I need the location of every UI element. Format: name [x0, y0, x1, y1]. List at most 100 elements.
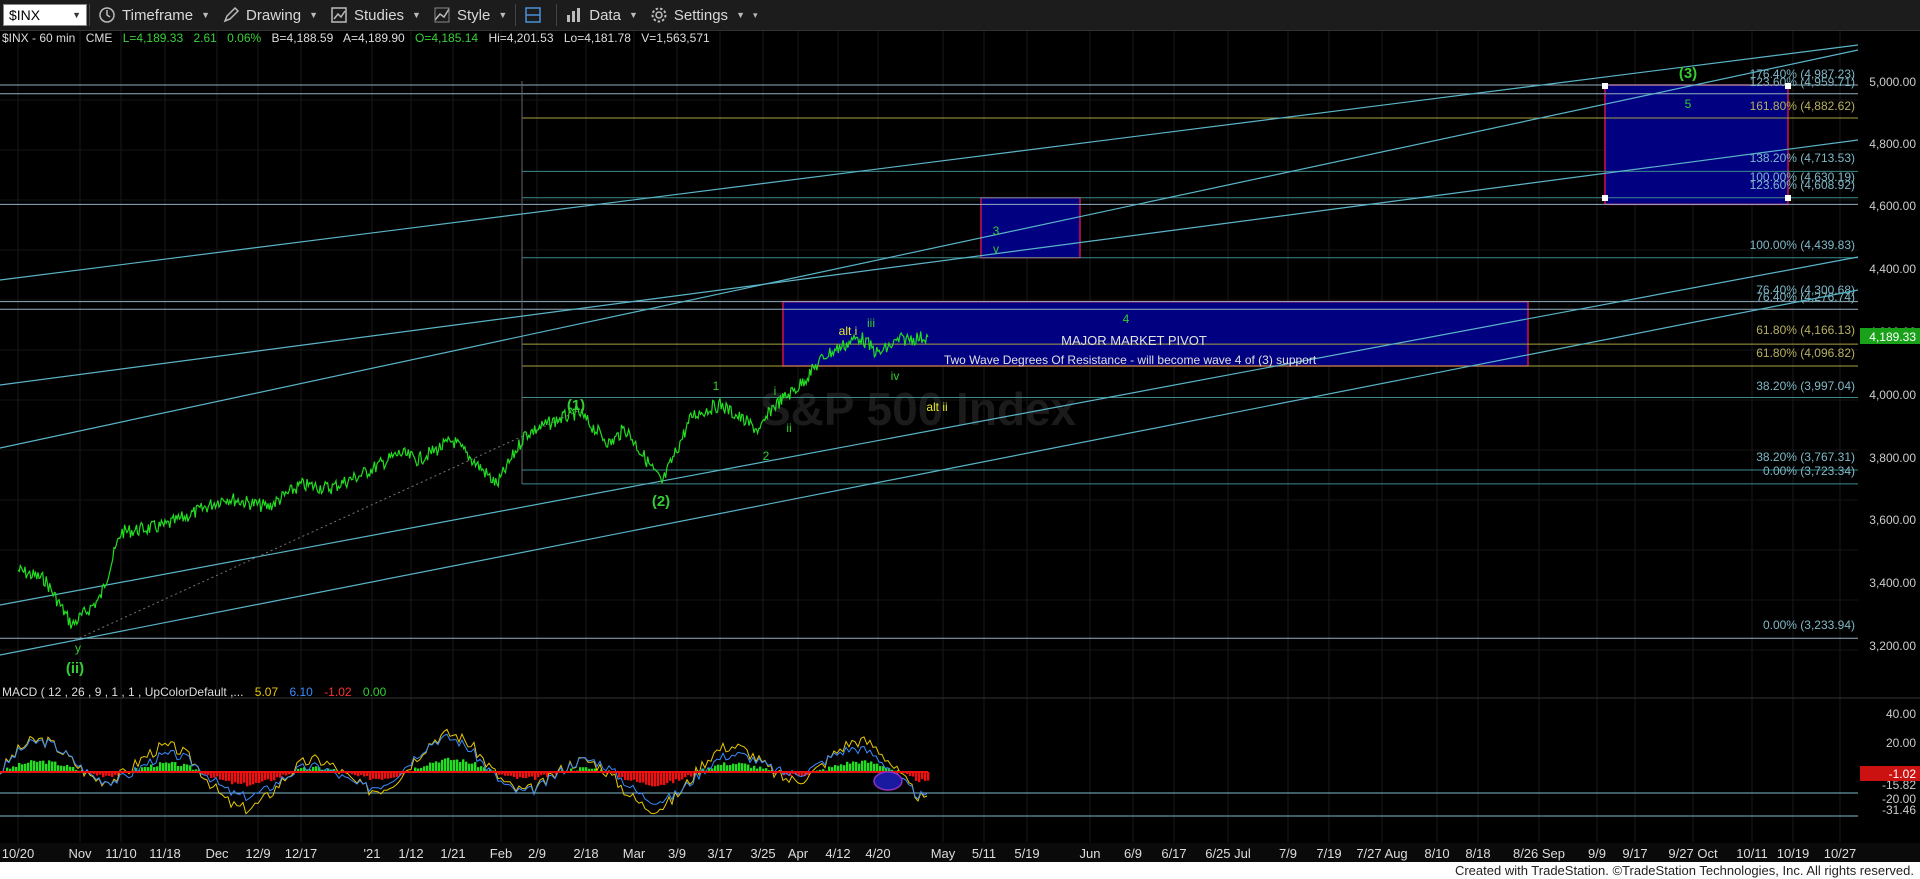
- macd-histogram-bar: [630, 772, 633, 781]
- x-tick-label: 9/27 Oct: [1668, 846, 1718, 861]
- y-tick-label: 4,400.00: [1869, 262, 1916, 276]
- chevron-down-icon: ▼: [412, 10, 421, 20]
- macd-histogram-bar: [633, 772, 636, 780]
- macd-histogram-bar: [159, 762, 162, 773]
- y-tick-label: 3,400.00: [1869, 576, 1916, 590]
- macd-histogram-bar: [852, 761, 855, 773]
- settings-button[interactable]: Settings ▼ ▾: [644, 0, 764, 30]
- macd-histogram-bar: [654, 772, 657, 787]
- data-button[interactable]: Data ▼: [559, 0, 644, 30]
- price-series: [17, 331, 929, 629]
- target-boxes: [782, 84, 1789, 367]
- macd-histogram-bar: [54, 761, 57, 773]
- x-tick-label: 1/21: [440, 846, 465, 861]
- price-line: [17, 331, 929, 629]
- x-tick-label: Apr: [788, 846, 809, 861]
- macd-histogram-bar: [624, 772, 627, 781]
- macd-tick-label: -31.46: [1882, 803, 1916, 817]
- studies-button[interactable]: Studies ▼: [324, 0, 427, 30]
- fib-label: 76.40% (4,276.74): [1756, 290, 1855, 304]
- macd-histogram-bar: [864, 760, 867, 773]
- wave-label: v: [993, 242, 999, 256]
- x-tick-label: 3/17: [707, 846, 732, 861]
- macd-histogram-bar: [165, 762, 168, 773]
- macd-label: MACD ( 12 , 26 , 9 , 1 , 1 , UpColorDefa…: [2, 685, 244, 699]
- macd-value-3: -1.02: [324, 685, 352, 699]
- y-tick-label: 4,800.00: [1869, 137, 1916, 151]
- x-tick-label: 5/11: [972, 846, 996, 861]
- x-tick-label: 4/12: [825, 846, 850, 861]
- studies-label: Studies: [354, 6, 405, 24]
- macd-histogram-bar: [438, 762, 441, 773]
- macd-histogram-bar: [855, 761, 858, 773]
- macd-histogram-bar: [231, 772, 234, 785]
- fib-label: 0.00% (3,723.34): [1763, 464, 1855, 478]
- wave-label: (1): [567, 397, 585, 414]
- y-tick-label: 4,000.00: [1869, 388, 1916, 402]
- macd-histogram-bar: [663, 772, 666, 786]
- macd-histogram-bar: [267, 772, 270, 780]
- x-tick-label: Feb: [490, 846, 512, 861]
- box-handle: [1602, 195, 1608, 201]
- layout-button[interactable]: [518, 0, 554, 30]
- macd-histogram-bar: [474, 762, 477, 773]
- macd-histogram-bar: [42, 760, 45, 773]
- chevron-down-icon: ▼: [201, 10, 211, 20]
- wave-label: 3: [993, 224, 1000, 238]
- macd-histogram-bar: [237, 772, 240, 784]
- x-tick-label: 12/17: [285, 846, 318, 861]
- macd-histogram-bar: [627, 772, 630, 781]
- x-tick-label: 1/12: [398, 846, 423, 861]
- timeframe-button[interactable]: Timeframe ▼: [92, 0, 216, 30]
- price-chart[interactable]: S&P 500 Index 176.40% (4,987.23)123.60% …: [0, 30, 1920, 862]
- y-tick-label: 5,000.00: [1869, 75, 1916, 89]
- chevron-down-icon: ▼: [736, 10, 745, 20]
- wave-label: iv: [891, 369, 900, 383]
- status-open: O=4,185.14: [415, 31, 479, 45]
- macd-histogram-bar: [846, 761, 849, 773]
- status-volume: V=1,563,571: [641, 31, 710, 45]
- status-high: Hi=4,201.53: [488, 31, 554, 45]
- macd-histogram-bar: [30, 760, 33, 773]
- fib-label: 0.00% (3,233.94): [1763, 618, 1855, 632]
- y-tick-label: 4,600.00: [1869, 199, 1916, 213]
- macd-histogram-bar: [51, 761, 54, 773]
- macd-histogram-bar: [645, 772, 648, 785]
- status-change: 2.61: [193, 31, 217, 45]
- macd-histogram-bar: [453, 759, 456, 773]
- status-ask: A=4,189.90: [342, 31, 405, 45]
- wave-label: (3): [1679, 65, 1697, 82]
- x-tick-label: Nov: [68, 846, 92, 861]
- macd-histogram-bar: [870, 761, 873, 773]
- x-tick-label: 9/9: [1588, 846, 1606, 861]
- macd-histogram-bar: [273, 772, 276, 781]
- symbol-input[interactable]: $INX ▼: [3, 4, 87, 26]
- wave-label: (2): [652, 493, 670, 510]
- macd-histogram-bar: [678, 772, 681, 781]
- style-button[interactable]: Style ▼: [427, 0, 513, 30]
- macd-histogram-bar: [642, 772, 645, 783]
- x-tick-label: 10/20: [2, 846, 35, 861]
- studies-icon: [331, 7, 347, 23]
- macd-value-1: 5.07: [254, 685, 279, 699]
- macd-histogram-bar: [249, 772, 252, 786]
- macd-histogram-bar: [258, 772, 261, 784]
- wave-label: iii: [867, 316, 875, 330]
- macd-current-label: -1.02: [1889, 767, 1917, 781]
- macd-histogram-bar: [456, 759, 459, 773]
- x-tick-label: 7/19: [1316, 846, 1341, 861]
- macd-histogram-bar: [222, 772, 225, 781]
- macd-histogram-bar: [723, 762, 726, 773]
- x-tick-label: 11/18: [149, 846, 181, 861]
- fib-label: 100.00% (4,439.83): [1750, 238, 1855, 252]
- macd-histogram-bar: [435, 761, 438, 773]
- fib-label: 138.20% (4,713.53): [1750, 151, 1855, 165]
- macd-histogram-bar: [225, 772, 228, 782]
- style-label: Style: [456, 6, 491, 24]
- macd-histogram-bar: [219, 772, 222, 780]
- macd-histogram-bar: [648, 772, 651, 786]
- drawing-button[interactable]: Drawing ▼: [216, 0, 324, 30]
- macd-histogram-bar: [252, 772, 255, 785]
- x-tick-label: 10/27: [1824, 846, 1857, 861]
- channel-line: [0, 44, 1859, 281]
